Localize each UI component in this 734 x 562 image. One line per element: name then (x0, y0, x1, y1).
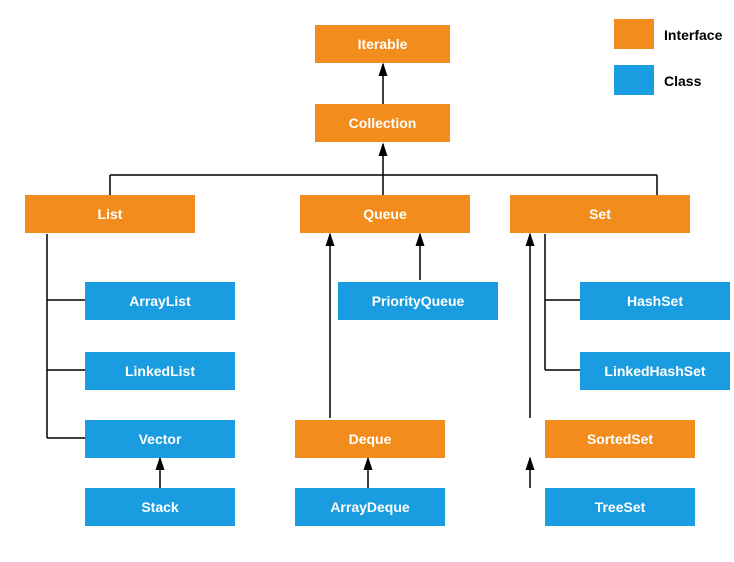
legend-interface-swatch (614, 19, 654, 49)
legend-class-label: Class (664, 73, 701, 89)
node-vector: Vector (85, 420, 235, 458)
node-queue: Queue (300, 195, 470, 233)
node-collection: Collection (315, 104, 450, 142)
node-deque: Deque (295, 420, 445, 458)
legend-interface-label: Interface (664, 27, 722, 43)
node-list: List (25, 195, 195, 233)
node-arraydeque: ArrayDeque (295, 488, 445, 526)
node-priorityqueue: PriorityQueue (338, 282, 498, 320)
legend-class-swatch (614, 65, 654, 95)
node-hashset: HashSet (580, 282, 730, 320)
node-arraylist: ArrayList (85, 282, 235, 320)
node-stack: Stack (85, 488, 235, 526)
node-linkedlist: LinkedList (85, 352, 235, 390)
node-treeset: TreeSet (545, 488, 695, 526)
node-linkedhashset: LinkedHashSet (580, 352, 730, 390)
node-iterable: Iterable (315, 25, 450, 63)
node-set: Set (510, 195, 690, 233)
node-sortedset: SortedSet (545, 420, 695, 458)
